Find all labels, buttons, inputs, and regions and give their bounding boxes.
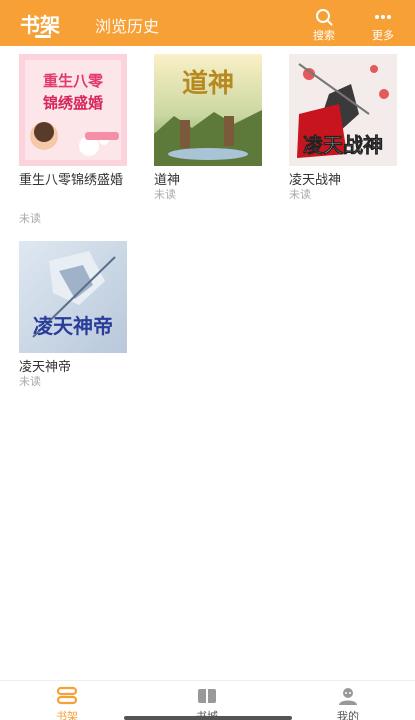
book-cover[interactable]: 重生八零 锦绣盛婚: [19, 54, 127, 166]
cover-title-line2: 锦绣盛婚: [43, 94, 103, 112]
bookshelf-icon: [56, 686, 78, 705]
book-title[interactable]: 重生八零锦绣盛婚: [19, 170, 137, 191]
nav-bookshelf-label: 书架: [56, 710, 78, 720]
read-status: 未读: [289, 188, 311, 201]
active-tab-indicator: [35, 35, 51, 38]
book-item[interactable]: 重生八零 锦绣盛婚 重生八零锦绣盛婚 未读: [19, 54, 131, 229]
more-button[interactable]: 更多: [365, 6, 401, 42]
book-store-icon: [198, 689, 216, 703]
read-status: 未读: [19, 212, 41, 225]
nav-bookshelf[interactable]: 书架: [37, 681, 97, 720]
book-item[interactable]: 道神 道神 未读: [154, 54, 266, 204]
book-cover[interactable]: 凌天神帝: [19, 241, 127, 353]
top-header: 书架 浏览历史 搜索 更多: [0, 0, 415, 46]
tab-bookshelf[interactable]: 书架: [20, 9, 60, 38]
book-cover[interactable]: 凌天战神: [289, 54, 397, 166]
more-dots-icon: [375, 15, 391, 19]
cover-title-line1: 重生八零: [43, 72, 104, 90]
cover-title: 凌天神帝: [33, 314, 113, 338]
search-button[interactable]: 搜索: [306, 6, 342, 42]
read-status: 未读: [19, 375, 41, 388]
profile-icon: [339, 688, 357, 705]
search-icon: [316, 9, 333, 26]
tab-browse-history[interactable]: 浏览历史: [95, 13, 159, 37]
nav-profile-label: 我的: [337, 710, 359, 720]
nav-book-store[interactable]: 书城: [177, 681, 237, 720]
book-item[interactable]: 凌天神帝 凌天神帝 未读: [19, 241, 131, 391]
cover-title: 凌天战神: [303, 133, 383, 157]
search-label: 搜索: [313, 29, 335, 42]
more-label: 更多: [372, 29, 394, 42]
read-status: 未读: [154, 188, 176, 201]
nav-profile[interactable]: 我的: [318, 681, 378, 720]
bottom-navigation: 书架 书城 我的: [0, 680, 415, 720]
book-cover[interactable]: 道神: [154, 54, 262, 166]
cover-title: 道神: [182, 68, 234, 99]
book-item[interactable]: 凌天战神 凌天战神 未读: [289, 54, 401, 204]
home-indicator: [124, 716, 292, 720]
